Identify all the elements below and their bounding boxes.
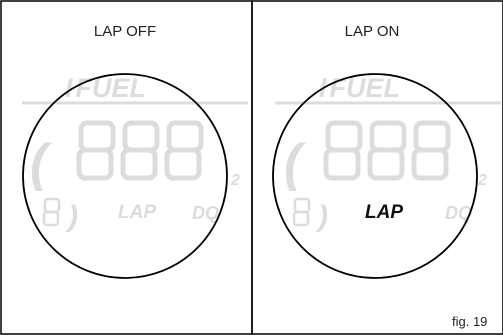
ghost-small-2: 2 [230,172,240,189]
panel-lap-on: LAP ON I FUEL ( 2) DQ LAP [251,0,503,335]
fuel-label: I FUEL [65,73,146,103]
ghost-small-2: 2 [477,172,487,189]
ghost-small-digit [292,197,311,227]
fuel-label: I FUEL [319,73,400,103]
ghost-digits [76,120,204,181]
lap-indicator: LAP [365,202,403,223]
ghost-digit [120,120,160,181]
ghost-small-digit [42,197,61,227]
ghost-digit [76,120,116,181]
panel-caption: LAP ON [345,23,400,40]
lap-indicator: LAP [118,202,156,223]
ghost-digit [367,120,407,181]
ghost-paren: ) [65,200,78,233]
dq-label: DQ [192,203,219,223]
figure-label: fig. 19 [452,314,487,329]
ghost-digits [323,120,451,181]
ghost-digit [411,120,451,181]
ghost-paren: ) [315,200,328,233]
panel-lap-off: LAP OFF I FUEL ( 2) DQ LAP [0,0,253,335]
panel-caption: LAP OFF [94,23,156,40]
ghost-bracket: ( [284,134,307,192]
lap-indicator-figure: LAP OFF I FUEL ( 2) DQ LAP LAP ON I FUE… [0,0,503,335]
ghost-digit [164,120,204,181]
ghost-bracket: ( [30,134,53,192]
ghost-digit [323,120,363,181]
